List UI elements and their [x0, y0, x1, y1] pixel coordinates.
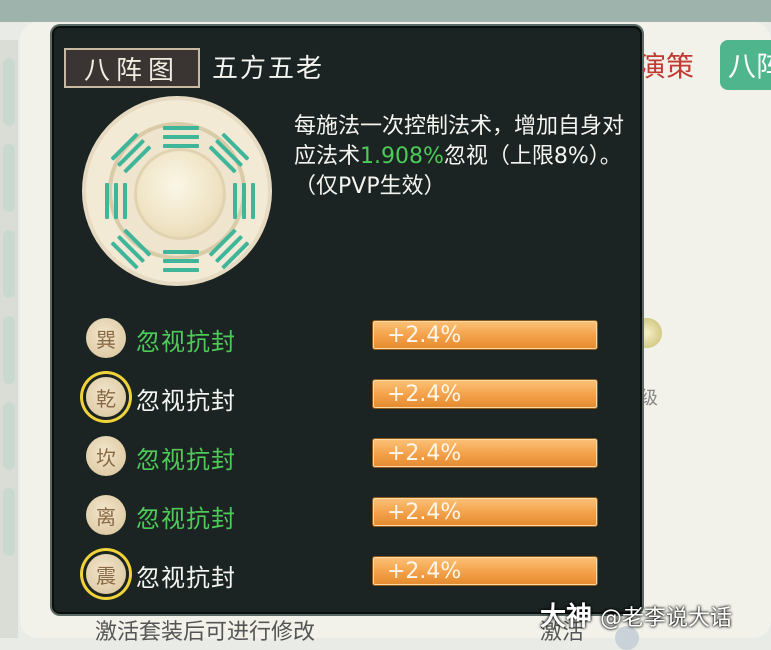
left-sidebar-edge: [0, 40, 18, 638]
bonus-label: 忽视抗封: [136, 328, 236, 356]
yin-yang-core-icon: [134, 148, 226, 240]
list-item: 巽 忽视抗封 +2.4%: [82, 314, 622, 364]
list-item: 坎 忽视抗封 +2.4%: [82, 432, 622, 482]
bonus-value-bar: +2.4%: [372, 497, 598, 527]
level-label: 级: [640, 388, 658, 409]
list-item: 乾 忽视抗封 +2.4%: [82, 373, 622, 423]
tooltip-subtitle: 五方五老: [212, 53, 325, 84]
formation-tooltip: 八阵图 五方五老 每施法一次控制法术，增加自身对应法术1.908%忽视（上限8%…: [52, 26, 642, 614]
activate-hint: 激活套装后可进行修改: [95, 620, 316, 645]
trigram-badge-icon: 乾: [86, 377, 126, 417]
tooltip-description: 每施法一次控制法术，增加自身对应法术1.908%忽视（上限8%）。（仅PVP生效…: [294, 112, 628, 202]
description-highlight: 1.908%: [360, 144, 444, 169]
bonus-value-bar: +2.4%: [372, 379, 598, 409]
bonus-label: 忽视抗封: [136, 446, 236, 474]
list-item: 离 忽视抗封 +2.4%: [82, 491, 622, 541]
bonus-label: 忽视抗封: [136, 564, 236, 592]
trigram-badge-icon: 坎: [86, 436, 126, 476]
trigram-badge-icon: 震: [86, 554, 126, 594]
bonus-value-bar: +2.4%: [372, 556, 598, 586]
trigram-badge-icon: 巽: [86, 318, 126, 358]
tab-bazhen[interactable]: 八阵: [720, 40, 771, 90]
tooltip-title: 八阵图: [64, 48, 200, 88]
trigram-badge-icon: 离: [86, 495, 126, 535]
watermark-text: @老李说大话: [600, 606, 733, 631]
list-item: 震 忽视抗封 +2.4%: [82, 550, 622, 600]
watermark: 大神 @老李说大话: [540, 596, 732, 633]
top-strip: [0, 0, 771, 22]
bonus-label: 忽视抗封: [136, 505, 236, 533]
bonus-value-bar: +2.4%: [372, 320, 598, 350]
bonus-label: 忽视抗封: [136, 387, 236, 415]
bonus-value-bar: +2.4%: [372, 438, 598, 468]
dashen-logo: 大神: [540, 602, 593, 632]
bagua-icon: [82, 96, 272, 286]
